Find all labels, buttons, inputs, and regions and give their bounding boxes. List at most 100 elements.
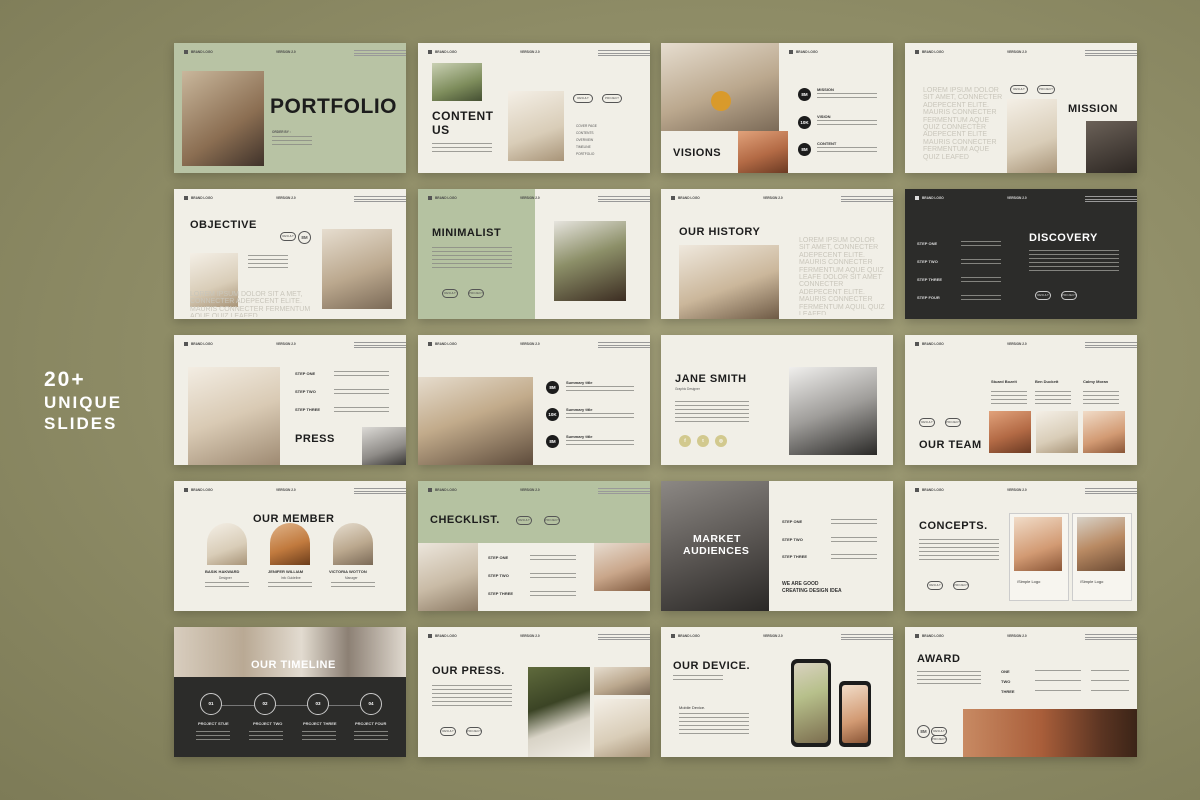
slide-objective[interactable]: BRAND LOGO VERSION 2.0 OBJECTIVE RESULT 8… <box>174 189 406 319</box>
award-text <box>917 671 981 685</box>
market-tag-1: WE ARE GOOD <box>782 581 819 587</box>
press-step-2: STEP TWO <box>295 389 316 394</box>
device-text-1 <box>673 675 723 683</box>
minimalist-title: MINIMALIST <box>432 227 502 239</box>
summary-label-1: Summary title <box>566 380 593 385</box>
timeline-num-3: 03 <box>307 693 329 715</box>
twitter-icon[interactable]: t <box>697 435 709 447</box>
pill-result: RESULT <box>927 581 943 590</box>
phone-2-screen <box>842 685 868 743</box>
slide-jane-smith[interactable]: JANE SMITH Graphic Designer f t ◎ <box>661 335 893 465</box>
timeline-line <box>200 705 380 706</box>
market-step-1: STEP ONE <box>782 519 803 524</box>
award-title: AWARD <box>917 653 961 665</box>
pill-result: RESULT <box>919 418 935 427</box>
jane-role: Graphic Designer <box>675 387 700 391</box>
checklist-step-2: STEP TWO <box>488 573 509 578</box>
slide-award[interactable]: BRAND LOGO VERSION 2.0 AWARD ONE TWO THRE… <box>905 627 1137 757</box>
slide-portfolio[interactable]: PORTFOLIO ORDER BY : BRAND LOGO VERSION 2… <box>174 43 406 173</box>
slide-member[interactable]: BRAND LOGO VERSION 2.0 OUR MEMBER BASIK H… <box>174 481 406 611</box>
device-title: OUR DEVICE. <box>673 660 751 672</box>
timeline-num-2: 02 <box>254 693 276 715</box>
slide-header: BRAND LOGO VERSION 2.0 <box>428 50 650 58</box>
market-title-1: MARKET <box>693 533 741 545</box>
award-row-val-3 <box>1091 690 1129 692</box>
press-photo-2 <box>362 427 406 465</box>
mission-photo-1 <box>1007 99 1057 173</box>
pill-project: PROJECT <box>931 735 947 744</box>
slide-press[interactable]: BRAND LOGO VERSION 2.0 STEP ONE STEP TWO … <box>174 335 406 465</box>
visions-photo-2 <box>738 131 788 173</box>
slide-history[interactable]: BRAND LOGO VERSION 2.0 OUR HISTORY LOREM … <box>661 189 893 319</box>
pill-project: PROJECT <box>468 289 484 298</box>
objective-lorem: LOREM IPSUM DOLOR SIT A MET, CONNECTER A… <box>190 291 311 317</box>
timeline-label-4: PROJECT FOUR <box>355 721 387 726</box>
summary-text-1 <box>566 386 634 394</box>
member-text-2 <box>268 582 312 590</box>
content-title-1: CONTENT <box>432 109 494 123</box>
slide-market[interactable]: MARKET AUDIENCES STEP ONE STEP TWO STEP … <box>661 481 893 611</box>
award-row-val-1 <box>1091 670 1129 672</box>
pill-result: RESULT <box>1010 85 1028 94</box>
summary-label-3: Summary title <box>566 434 593 439</box>
team-text-3 <box>1083 391 1119 405</box>
content-item-2: CONTENTS <box>576 131 594 135</box>
slide-summary[interactable]: BRAND LOGO VERSION 2.0 8M Summary title 1… <box>418 335 650 465</box>
concepts-text <box>919 539 999 561</box>
slide-discovery[interactable]: BRAND LOGO VERSION 2.0 STEP ONE STEP TWO … <box>905 189 1137 319</box>
slide-timeline[interactable]: OUR TIMELINE 01 02 03 04 PROJECT STUE PR… <box>174 627 406 757</box>
mission-photo-2 <box>1086 121 1137 173</box>
slide-header: BRAND LOGO VERSION 2.0 <box>671 634 893 642</box>
slide-visions[interactable]: VISIONS 8M MISSION 10K VISION 8M CONTENT… <box>661 43 893 173</box>
slide-team[interactable]: BRAND LOGO VERSION 2.0 Stuard Bozeit Ben … <box>905 335 1137 465</box>
press-step-3: STEP THREE <box>295 407 321 412</box>
team-name-1: Stuard Bozeit <box>991 379 1017 384</box>
minimalist-photo <box>554 221 626 301</box>
mission-lorem: LOREM IPSUM DOLOR SIT AMET, CONNECTER AD… <box>923 87 1003 161</box>
vision-label-2: VISION <box>817 114 831 119</box>
summary-badge-2: 10K <box>546 408 559 421</box>
slide-mission[interactable]: BRAND LOGO VERSION 2.0 LOREM IPSUM DOLOR … <box>905 43 1137 173</box>
discovery-title: DISCOVERY <box>1029 232 1098 244</box>
pill-project: PROJECT <box>1061 291 1077 300</box>
member-role-1: Designer <box>219 576 232 580</box>
timeline-text-3 <box>302 731 336 741</box>
slide-minimalist[interactable]: BRAND LOGO VERSION 2.0 MINIMALIST RESULT … <box>418 189 650 319</box>
slide-header: BRAND LOGO VERSION 2.0 <box>428 488 650 496</box>
instagram-icon[interactable]: ◎ <box>715 435 727 447</box>
member-text-1 <box>205 582 249 590</box>
history-photo <box>679 245 779 319</box>
team-photo-3 <box>1083 411 1125 453</box>
device-text-2 <box>679 713 749 735</box>
slide-checklist[interactable]: BRAND LOGO VERSION 2.0 CHECKLIST. RESULT … <box>418 481 650 611</box>
press-title: PRESS <box>295 433 335 445</box>
slide-concepts[interactable]: BRAND LOGO VERSION 2.0 CONCEPTS. RESULT P… <box>905 481 1137 611</box>
member-role-3: Manager <box>345 576 358 580</box>
press-step-1: STEP ONE <box>295 371 316 376</box>
timeline-label-1: PROJECT STUE <box>198 721 229 726</box>
summary-text-3 <box>566 440 634 448</box>
press-photo-1 <box>188 367 280 465</box>
content-title-2: US <box>432 123 450 137</box>
slide-content[interactable]: BRAND LOGO VERSION 2.0 CONTENT US RESULT … <box>418 43 650 173</box>
market-text-2 <box>831 537 877 545</box>
timeline-label-3: PROJECT THREE <box>303 721 337 726</box>
vision-text-3 <box>817 147 877 155</box>
slide-our-press[interactable]: BRAND LOGO VERSION 2.0 OUR PRESS. RESULT … <box>418 627 650 757</box>
slide-header: BRAND LOGO VERSION 2.0 <box>915 342 1137 350</box>
discovery-text-1 <box>961 241 1001 249</box>
phone-1-screen <box>794 663 828 743</box>
checklist-title: CHECKLIST. <box>430 514 500 526</box>
pill-project: PROJECT <box>602 94 622 103</box>
discovery-step-1: STEP ONE <box>917 241 938 246</box>
facebook-icon[interactable]: f <box>679 435 691 447</box>
press-text-1 <box>334 371 389 379</box>
pill-result: RESULT <box>280 232 296 241</box>
content-photo-1 <box>432 63 482 101</box>
team-name-3: Calmy Moran <box>1083 379 1109 384</box>
market-text-1 <box>831 519 877 527</box>
slide-device[interactable]: BRAND LOGO VERSION 2.0 OUR DEVICE. Mobile… <box>661 627 893 757</box>
order-by: ORDER BY : <box>272 130 291 134</box>
pill-result: RESULT <box>516 516 532 525</box>
pill-badge: 8M <box>917 725 930 738</box>
